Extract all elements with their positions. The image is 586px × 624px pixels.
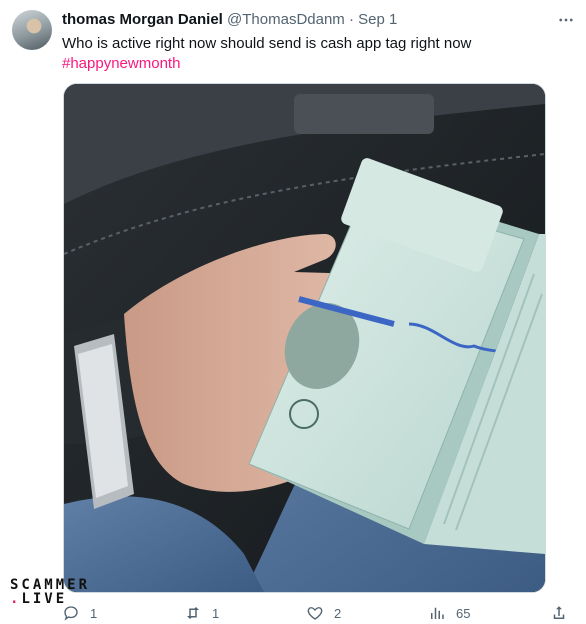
- share-button[interactable]: [550, 604, 568, 622]
- tweet-date[interactable]: Sep 1: [358, 11, 397, 28]
- reply-count: 1: [90, 605, 98, 621]
- avatar[interactable]: [12, 10, 52, 50]
- more-options-icon[interactable]: [556, 10, 576, 30]
- retweet-button[interactable]: 1: [184, 604, 219, 622]
- money-photo: [64, 84, 545, 592]
- share-icon: [553, 606, 565, 619]
- views-button[interactable]: 65: [428, 604, 470, 622]
- retweet-icon: [187, 607, 199, 619]
- watermark-line2-text: LIVE: [21, 591, 68, 607]
- like-button[interactable]: 2: [306, 604, 341, 622]
- watermark-line1: SCAMMER: [10, 577, 91, 593]
- tweet-actions: 1 1 2 65: [56, 604, 576, 624]
- reply-button[interactable]: 1: [62, 604, 97, 622]
- hashtag-link[interactable]: #happynewmonth: [62, 54, 572, 74]
- views-count: 65: [456, 605, 471, 621]
- like-count: 2: [334, 605, 342, 621]
- views-icon: [431, 607, 444, 619]
- tweet-card[interactable]: thomas Morgan Daniel @ThomasDdanm · Sep …: [0, 0, 586, 623]
- tweet-photo[interactable]: [63, 83, 546, 593]
- author-handle[interactable]: @ThomasDdanm: [227, 11, 345, 28]
- scammer-live-watermark: SCAMMER .LIVE: [10, 578, 90, 606]
- watermark-line2: .LIVE: [10, 592, 90, 606]
- tweet-header: thomas Morgan Daniel @ThomasDdanm · Sep …: [62, 11, 397, 28]
- author-name[interactable]: thomas Morgan Daniel: [62, 11, 223, 28]
- separator-dot: ·: [348, 11, 354, 28]
- tweet-body: Who is active right now should send is c…: [62, 35, 472, 52]
- heart-icon: [307, 607, 323, 620]
- watermark-dot: .: [10, 591, 22, 607]
- retweet-count: 1: [212, 605, 220, 621]
- tweet-text: Who is active right now should send is c…: [62, 34, 572, 74]
